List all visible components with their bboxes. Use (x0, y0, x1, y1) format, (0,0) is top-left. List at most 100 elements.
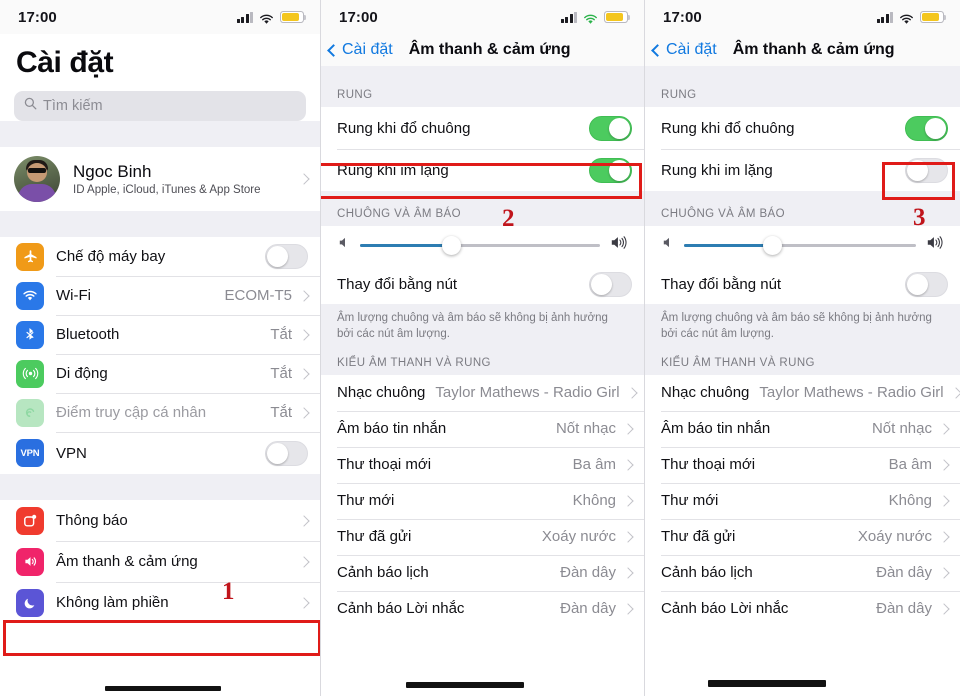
row-label: Thư mới (337, 492, 395, 510)
change-with-buttons-toggle[interactable] (905, 271, 948, 297)
cellular-signal-icon (236, 11, 253, 23)
row-value: Ba âm (572, 456, 616, 474)
chevron-right-icon (298, 596, 310, 609)
row-label: Cảnh báo Lời nhắc (337, 600, 465, 618)
change-with-buttons-row[interactable]: Thay đổi bằng nút (645, 264, 960, 304)
chevron-right-icon (938, 423, 950, 435)
slider-handle[interactable] (441, 235, 461, 255)
back-button[interactable]: Cài đặt (327, 41, 393, 59)
section-header-sound-pattern: KIỂU ÂM THANH VÀ RUNG (321, 354, 644, 375)
speaker-high-icon (610, 235, 628, 255)
vpn-toggle[interactable] (265, 440, 308, 466)
sidebar-item-vpn[interactable]: VPN VPN (0, 432, 320, 474)
vibrate-on-ring-toggle[interactable] (905, 115, 948, 141)
chevron-right-icon (622, 459, 634, 471)
sidebar-item-notifications[interactable]: Thông báo (0, 500, 320, 541)
do-not-disturb-icon (16, 588, 44, 617)
sidebar-item-cellular[interactable]: Di động Tắt (0, 354, 320, 393)
panel-sounds-haptics-before: 17:00 Cài đặt Âm thanh & cảm ứng RUNG Ru… (321, 0, 645, 696)
account-group: Ngoc Binh ID Apple, iCloud, iTunes & App… (0, 147, 320, 211)
search-icon (24, 97, 37, 115)
airplane-mode-toggle[interactable] (265, 244, 308, 269)
ringer-volume-slider-row[interactable] (321, 226, 644, 264)
calendar-alerts-row[interactable]: Cảnh báo lịch Đàn dây (321, 554, 644, 591)
chevron-right-icon (938, 495, 950, 507)
status-time: 17:00 (663, 8, 702, 26)
sent-mail-row[interactable]: Thư đã gửi Xoáy nước (645, 518, 960, 555)
chevron-right-icon (949, 387, 960, 399)
sidebar-item-label: Di động (56, 365, 108, 382)
new-mail-row[interactable]: Thư mới Không (321, 482, 644, 519)
wifi-icon (259, 12, 274, 24)
vibrate-on-ring-toggle[interactable] (589, 115, 632, 141)
sidebar-item-airplane-mode[interactable]: Chế độ máy bay (0, 237, 320, 276)
row-label: Thư thoại mới (337, 456, 432, 474)
sidebar-item-bluetooth[interactable]: Bluetooth Tắt (0, 315, 320, 354)
vpn-icon: VPN (16, 439, 44, 467)
vibrate-on-silent-row[interactable]: Rung khi im lặng (645, 149, 960, 191)
row-value: Taylor Mathews - Radio Girl (435, 384, 620, 402)
apple-account-row[interactable]: Ngoc Binh ID Apple, iCloud, iTunes & App… (0, 147, 320, 211)
bluetooth-icon (16, 320, 44, 349)
chevron-right-icon (622, 603, 634, 615)
vibrate-on-ring-row[interactable]: Rung khi đổ chuông (321, 107, 644, 149)
text-tone-row[interactable]: Âm báo tin nhắn Nốt nhạc (645, 410, 960, 447)
row-label: Cảnh báo lịch (337, 564, 429, 582)
chevron-right-icon (622, 531, 634, 543)
reminder-alerts-row[interactable]: Cảnh báo Lời nhắc Đàn dây (321, 590, 644, 627)
vibrate-on-ring-row[interactable]: Rung khi đổ chuông (645, 107, 960, 149)
vibrate-on-silent-toggle[interactable] (589, 157, 632, 183)
row-value: Xoáy nước (857, 528, 932, 546)
section-header-sound-pattern: KIỂU ÂM THANH VÀ RUNG (645, 354, 960, 375)
row-value: Không (572, 492, 616, 510)
row-label: Thư đã gửi (661, 528, 736, 546)
sidebar-item-do-not-disturb[interactable]: Không làm phiền (0, 582, 320, 623)
cellular-signal-icon (876, 11, 893, 23)
row-label: Cảnh báo lịch (661, 564, 753, 582)
chevron-right-icon (938, 567, 950, 579)
vibrate-on-silent-row[interactable]: Rung khi im lặng (321, 149, 644, 191)
highlight-box-1 (3, 620, 320, 656)
sent-mail-row[interactable]: Thư đã gửi Xoáy nước (321, 518, 644, 555)
calendar-alerts-row[interactable]: Cảnh báo lịch Đàn dây (645, 554, 960, 591)
ringtone-row[interactable]: Nhạc chuông Taylor Mathews - Radio Girl (645, 374, 960, 411)
slider-handle[interactable] (762, 235, 782, 255)
sidebar-item-personal-hotspot[interactable]: Điểm truy cập cá nhân Tắt (0, 393, 320, 432)
section-header-ringer: CHUÔNG VÀ ÂM BÁO (321, 191, 644, 226)
status-time: 17:00 (18, 8, 57, 26)
status-icons (560, 11, 631, 24)
status-bar-panel1: 17:00 (0, 0, 320, 34)
sidebar-item-label: Điểm truy cập cá nhân (56, 404, 207, 421)
chevron-right-icon (938, 459, 950, 471)
vibrate-on-silent-toggle[interactable] (905, 157, 948, 183)
page-title: Cài đặt (16, 46, 114, 79)
search-input[interactable]: Tìm kiếm (14, 91, 306, 121)
ringer-group-panel3: Thay đổi bằng nút (645, 226, 960, 304)
new-voicemail-row[interactable]: Thư thoại mới Ba âm (645, 446, 960, 483)
change-with-buttons-toggle[interactable] (589, 271, 632, 297)
volume-slider[interactable] (684, 235, 916, 255)
row-label: Thư đã gửi (337, 528, 412, 546)
new-voicemail-row[interactable]: Thư thoại mới Ba âm (321, 446, 644, 483)
reminder-alerts-row[interactable]: Cảnh báo Lời nhắc Đàn dây (645, 590, 960, 627)
sidebar-item-label: Không làm phiền (56, 594, 169, 611)
back-button[interactable]: Cài đặt (651, 41, 717, 59)
status-bar-panel3: 17:00 (645, 0, 960, 34)
row-value: Ba âm (888, 456, 932, 474)
hotspot-icon (16, 398, 44, 427)
text-tone-row[interactable]: Âm báo tin nhắn Nốt nhạc (321, 410, 644, 447)
sidebar-item-wifi[interactable]: Wi-Fi ECOM-T5 (0, 276, 320, 315)
change-with-buttons-row[interactable]: Thay đổi bằng nút (321, 264, 644, 304)
ringtone-row[interactable]: Nhạc chuông Taylor Mathews - Radio Girl (321, 374, 644, 411)
vibrate-group-panel2: Rung khi đổ chuông Rung khi im lặng (321, 107, 644, 191)
new-mail-row[interactable]: Thư mới Không (645, 482, 960, 519)
row-label: Thay đổi bằng nút (661, 275, 782, 293)
cellular-value: Tắt (270, 365, 292, 382)
row-value: Nốt nhạc (871, 420, 932, 438)
speaker-low-icon (661, 236, 674, 254)
sidebar-item-label: Bluetooth (56, 326, 120, 343)
airplane-icon (16, 242, 44, 271)
sidebar-item-sounds-haptics[interactable]: Âm thanh & cảm ứng (0, 541, 320, 582)
sidebar-item-label: Âm thanh & cảm ứng (56, 553, 198, 570)
volume-slider[interactable] (360, 235, 600, 255)
